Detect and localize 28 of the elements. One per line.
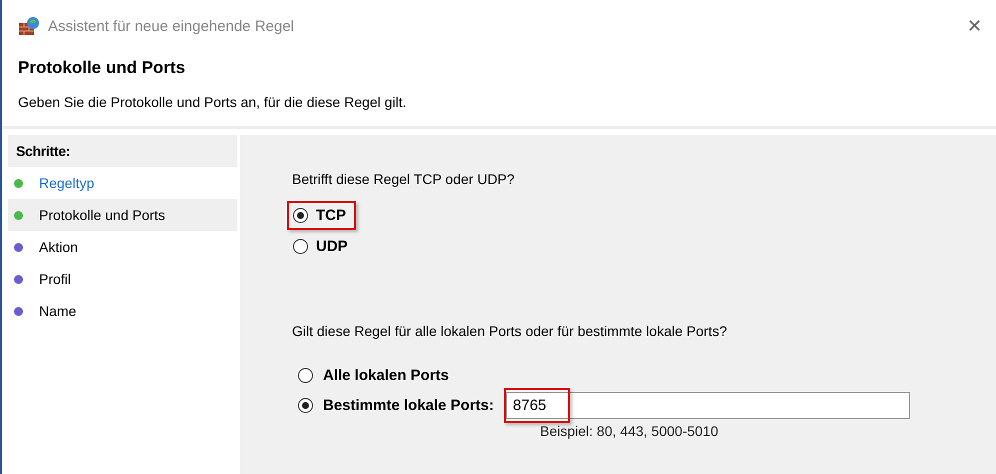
radio-label: TCP xyxy=(316,207,346,224)
step-item[interactable]: Profil xyxy=(8,263,237,295)
ports-input-field[interactable]: 8765 xyxy=(506,392,910,419)
close-button[interactable]: ✕ xyxy=(963,15,986,37)
step-label: Aktion xyxy=(39,239,78,255)
step-label: Profil xyxy=(39,271,71,287)
firewall-icon xyxy=(18,16,40,36)
radio-button[interactable] xyxy=(298,398,313,413)
ports-question: Gilt diese Regel für alle lokalen Ports oder für bestimmte lokale Ports? xyxy=(292,323,728,339)
radio-button[interactable] xyxy=(298,368,313,383)
protocol-question: Betrifft diese Regel TCP oder UDP? xyxy=(292,171,516,187)
radio-label: Bestimmte lokale Ports: xyxy=(323,397,494,414)
step-item[interactable]: Regeltyp xyxy=(8,167,237,199)
step-item[interactable]: Aktion xyxy=(8,231,237,263)
step-link[interactable]: Regeltyp xyxy=(39,175,94,191)
radio-label: Alle lokalen Ports xyxy=(323,367,449,384)
step-item[interactable]: Name xyxy=(8,295,237,327)
page-title: Protokolle und Ports xyxy=(18,58,186,78)
step-label: Name xyxy=(39,303,76,319)
radio-button[interactable] xyxy=(293,239,308,254)
window-title: Assistent für neue eingehende Regel xyxy=(48,18,296,34)
radio-button[interactable] xyxy=(293,208,308,223)
example-hint: Beispiel: 80, 443, 5000-5010 xyxy=(540,423,720,439)
step-item[interactable]: Protokolle und Ports xyxy=(8,199,237,231)
step-label: Protokolle und Ports xyxy=(39,207,166,223)
radio-label: UDP xyxy=(316,238,348,255)
steps-heading: Schritte: xyxy=(8,135,237,167)
page-description: Geben Sie die Protokolle und Ports an, für die diese Regel gilt. xyxy=(18,94,408,110)
